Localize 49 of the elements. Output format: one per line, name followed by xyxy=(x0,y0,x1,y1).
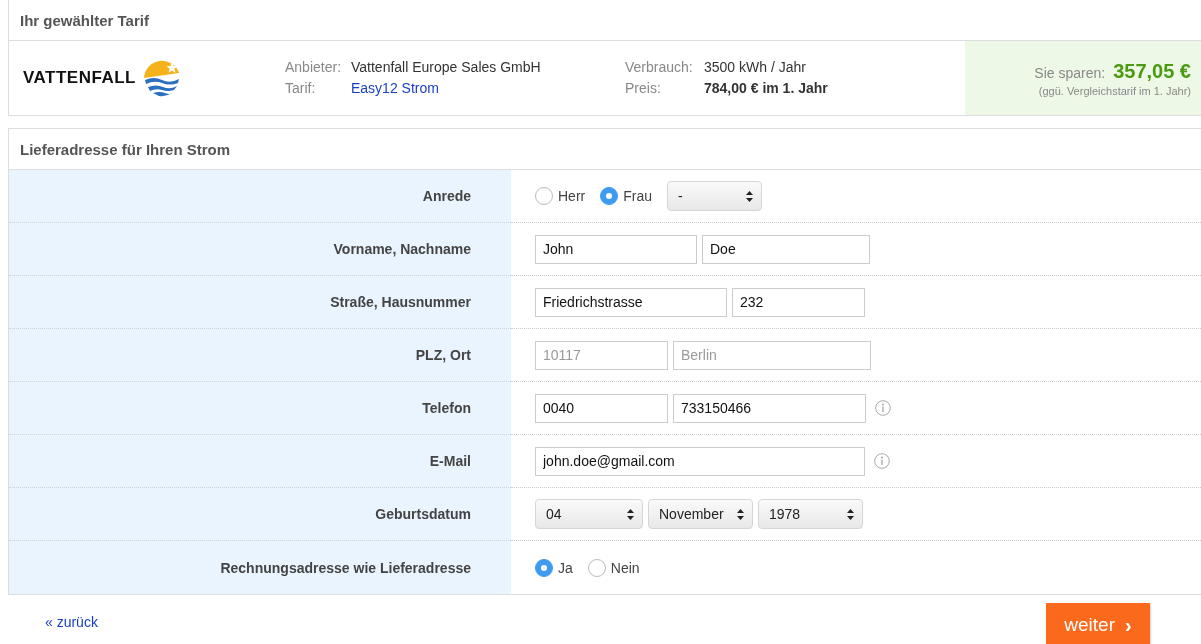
savings-amount: 357,05 € xyxy=(1113,59,1191,83)
logo-text: VATTENFALL xyxy=(23,68,136,88)
radio-label: Frau xyxy=(623,188,653,204)
select-field[interactable]: 1978 xyxy=(758,499,863,529)
field-label: Preis: xyxy=(625,80,662,96)
field-value: 3500 kWh / Jahr xyxy=(704,59,807,75)
info-icon[interactable] xyxy=(875,400,891,416)
savings-note: (ggü. Vergleichstarif im 1. Jahr) xyxy=(1038,84,1191,97)
radio-label: Nein xyxy=(610,559,640,576)
section-title: Lieferadresse für Ihren Strom xyxy=(20,140,231,158)
field-label: Verbrauch: xyxy=(625,59,694,75)
caret-icon xyxy=(847,508,854,520)
tariff-link[interactable]: Easy12 Strom xyxy=(351,80,625,96)
field-label: Geburtsdatum xyxy=(375,506,471,522)
field-label: Rechnungsadresse wie Lieferadresse xyxy=(220,559,471,576)
radio-button[interactable] xyxy=(587,558,606,577)
field-label: PLZ, Ort xyxy=(415,347,471,363)
radio-button[interactable] xyxy=(535,558,553,577)
field-label: Straße, Hausnummer xyxy=(330,294,471,310)
text-field[interactable]: John xyxy=(535,234,697,264)
select-field[interactable]: - xyxy=(667,181,763,211)
info-icon[interactable] xyxy=(874,453,890,469)
text-field[interactable]: john.doe@gmail.com xyxy=(535,446,865,476)
text-field[interactable]: 232 xyxy=(732,287,865,317)
text-field[interactable]: 0040 xyxy=(535,393,668,423)
radio-button[interactable] xyxy=(600,187,619,205)
text-field[interactable]: Friedrichstrasse xyxy=(535,287,727,317)
field-label: Tarif: xyxy=(285,80,317,96)
field-label: Anrede xyxy=(422,188,471,204)
field-label: E-Mail xyxy=(429,453,471,469)
caret-icon xyxy=(627,508,634,520)
field-label: Vorname, Nachname xyxy=(333,241,471,257)
savings-label: Sie sparen: xyxy=(1034,64,1106,81)
radio-label: Herr xyxy=(558,188,586,204)
select-field[interactable]: 04 xyxy=(535,499,643,529)
field-label: Anbieter: xyxy=(285,59,343,75)
radio-label: Ja xyxy=(558,559,573,576)
radio-button[interactable] xyxy=(535,187,553,205)
field-value: 784,00 € im 1. Jahr xyxy=(704,80,828,96)
field-value: Vattenfall Europe Sales GmbH xyxy=(351,59,542,75)
select-field[interactable]: November xyxy=(648,499,753,529)
text-field[interactable]: Doe xyxy=(702,234,870,264)
logo-icon xyxy=(141,58,182,98)
back-link[interactable]: « zurück xyxy=(45,614,98,630)
text-field[interactable]: 733150466 xyxy=(673,393,866,423)
caret-icon xyxy=(737,508,744,520)
caret-icon xyxy=(746,190,754,202)
section-title: Ihr gewählter Tarif xyxy=(20,11,149,29)
field-label: Telefon xyxy=(422,400,471,416)
